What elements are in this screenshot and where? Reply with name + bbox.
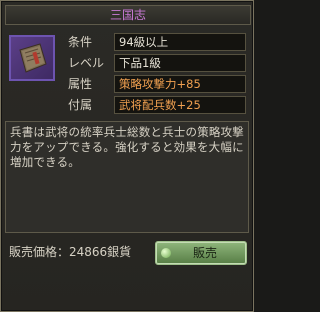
item-title: 三国志 [5, 5, 251, 25]
prop-value: 策略攻撃力+85 [114, 75, 246, 93]
sale-price: 販売価格：24866銀貨 [9, 245, 132, 259]
prop-label: 属性 [68, 77, 93, 91]
prop-row-level: レベル 下品1級 [68, 54, 248, 72]
item-description: 兵書は武将の統率兵士総数と兵士の策略攻撃力をアップできる。強化すると効果を大幅に… [5, 121, 249, 233]
gem-icon [161, 248, 171, 258]
book-icon [9, 35, 55, 81]
prop-row-bonus: 付属 武将配兵数+25 [68, 96, 248, 114]
prop-label: レベル [68, 56, 105, 70]
sell-button[interactable]: 販売 [155, 241, 247, 265]
item-tooltip-panel: 三国志 条件 94級以上 レベル 下品1級 属性 策略攻撃力+85 付属 武将配… [0, 0, 254, 312]
prop-row-attribute: 属性 策略攻撃力+85 [68, 75, 248, 93]
prop-value: 下品1級 [114, 54, 246, 72]
prop-row-requirement: 条件 94級以上 [68, 33, 248, 51]
sell-button-label: 販売 [192, 246, 217, 260]
prop-label: 付属 [68, 98, 93, 112]
prop-value: 武将配兵数+25 [114, 96, 246, 114]
prop-label: 条件 [68, 35, 93, 49]
prop-value: 94級以上 [114, 33, 246, 51]
